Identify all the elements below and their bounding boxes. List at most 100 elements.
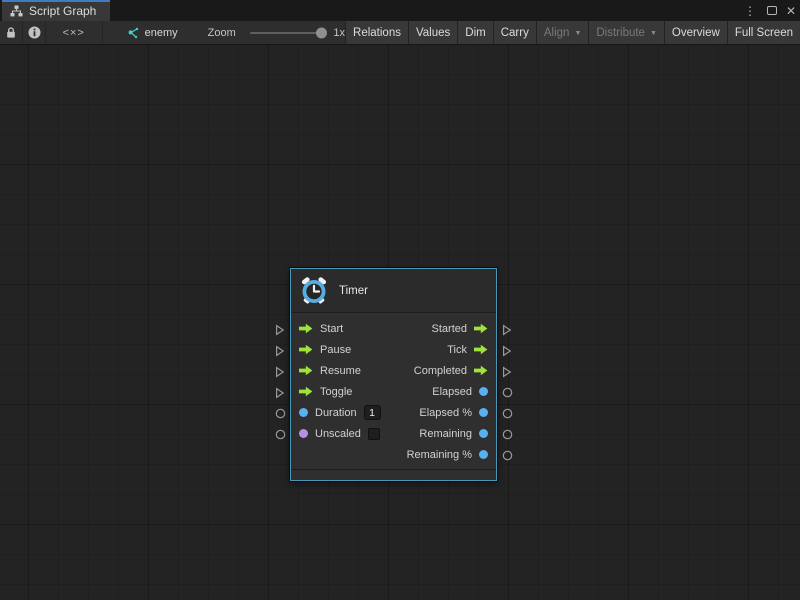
node-footer (291, 469, 496, 480)
tab-script-graph[interactable]: Script Graph (2, 0, 110, 21)
lock-icon (5, 26, 17, 39)
toolbar-button-carry[interactable]: Carry (493, 21, 536, 44)
toolbar-button-label: Values (416, 27, 450, 39)
tab-bar: Script Graph ⋮ ✕ (0, 0, 800, 21)
toolbar-button-label: Carry (501, 27, 529, 39)
output-elapsed[interactable]: Elapsed % (419, 407, 488, 419)
toolbar-button-label: Align (544, 27, 570, 39)
output-label: Started (432, 323, 467, 335)
duration-value-field[interactable] (364, 405, 381, 420)
external-input-port-resume[interactable] (274, 361, 286, 382)
value-port-circle-icon (502, 450, 513, 461)
external-input-port-toggle[interactable] (274, 382, 286, 403)
value-port-circle-icon (502, 387, 513, 398)
input-unscaled[interactable]: Unscaled (299, 428, 380, 440)
flow-arrow-icon (299, 365, 313, 376)
toolbar-button-overview[interactable]: Overview (664, 21, 727, 44)
node-port-rows: Start Started Pause Tick Resume Completed T… (291, 313, 496, 469)
zoom-slider-knob[interactable] (316, 27, 327, 38)
unscaled-checkbox[interactable] (368, 428, 380, 440)
toolbar-button-align: Align ▼ (536, 21, 589, 44)
output-completed[interactable]: Completed (414, 365, 488, 377)
graph-name-label: enemy (145, 27, 178, 39)
input-label: Toggle (320, 386, 352, 398)
node-title: Timer (339, 285, 368, 297)
external-input-port-duration[interactable] (274, 403, 286, 424)
timer-node[interactable]: Timer Start Started Pause Tick Resume Compl… (290, 268, 497, 481)
output-remaining[interactable]: Remaining (419, 428, 488, 440)
external-output-port-tick[interactable] (501, 340, 513, 361)
flow-port-triangle-icon (502, 366, 512, 378)
input-label: Pause (320, 344, 351, 356)
zoom-value: 1x (333, 27, 345, 39)
input-ports-column (274, 319, 286, 445)
toolbar-button-dim[interactable]: Dim (457, 21, 492, 44)
graph-toolbar: <×> enemy Zoom 1x RelationsValuesDimCarr… (0, 21, 800, 45)
flow-port-triangle-icon (502, 345, 512, 357)
value-dot-icon (479, 429, 488, 438)
toolbar-button-group: RelationsValuesDimCarryAlign▼Distribute▼… (345, 21, 800, 44)
node-row: Remaining % (291, 444, 496, 465)
flow-arrow-icon (474, 323, 488, 334)
lock-button[interactable] (0, 21, 22, 44)
node-header[interactable]: Timer (291, 269, 496, 313)
output-elapsed[interactable]: Elapsed (432, 386, 488, 398)
external-output-port-elapsed[interactable] (501, 403, 513, 424)
output-remaining[interactable]: Remaining % (407, 449, 488, 461)
output-label: Elapsed % (419, 407, 472, 419)
node-row: Resume Completed (291, 360, 496, 381)
input-resume[interactable]: Resume (299, 365, 361, 377)
external-input-port-unscaled[interactable] (274, 424, 286, 445)
alarm-clock-icon (299, 276, 329, 306)
flow-port-triangle-icon (275, 387, 285, 399)
value-dot-icon (479, 387, 488, 396)
menu-kebab-icon[interactable]: ⋮ (742, 5, 758, 17)
zoom-slider[interactable] (250, 32, 326, 34)
script-graph-window: Script Graph ⋮ ✕ <×> (0, 0, 800, 600)
flow-arrow-icon (474, 365, 488, 376)
input-toggle[interactable]: Toggle (299, 386, 352, 398)
external-output-port-completed[interactable] (501, 361, 513, 382)
timer-node-body[interactable]: Timer Start Started Pause Tick Resume Compl… (290, 268, 497, 481)
window-controls: ⋮ ✕ (742, 0, 796, 21)
external-output-port-elapsed[interactable] (501, 382, 513, 403)
flow-arrow-icon (299, 323, 313, 334)
toolbar-button-full-screen[interactable]: Full Screen (727, 21, 800, 44)
flow-port-triangle-icon (275, 366, 285, 378)
chevron-down-icon: ▼ (650, 30, 657, 37)
output-tick[interactable]: Tick (447, 344, 488, 356)
toolbar-button-relations[interactable]: Relations (345, 21, 408, 44)
info-icon (28, 26, 41, 39)
input-start[interactable]: Start (299, 323, 343, 335)
external-output-port-remaining[interactable] (501, 445, 513, 466)
maximize-icon[interactable] (767, 6, 777, 15)
flow-port-triangle-icon (275, 345, 285, 357)
value-dot-icon (479, 408, 488, 417)
input-label: Resume (320, 365, 361, 377)
graph-pointer-icon (127, 27, 139, 39)
chevron-down-icon: ▼ (574, 30, 581, 37)
value-port-circle-icon (502, 429, 513, 440)
input-duration[interactable]: Duration (299, 405, 381, 420)
toolbar-button-values[interactable]: Values (408, 21, 457, 44)
external-output-port-remaining[interactable] (501, 424, 513, 445)
info-button[interactable] (23, 21, 44, 44)
graph-breadcrumb[interactable]: enemy (127, 27, 178, 39)
toolbar-separator (102, 21, 103, 44)
value-port-circle-icon (275, 429, 286, 440)
output-started[interactable]: Started (432, 323, 488, 335)
close-icon[interactable]: ✕ (786, 5, 796, 17)
external-output-port-started[interactable] (501, 319, 513, 340)
value-port-circle-icon (275, 408, 286, 419)
external-input-port-start[interactable] (274, 319, 286, 340)
input-pause[interactable]: Pause (299, 344, 351, 356)
graph-hierarchy-icon (10, 5, 23, 17)
edit-graph-button[interactable]: <×> (46, 21, 102, 44)
output-label: Remaining % (407, 449, 472, 461)
external-input-port-pause[interactable] (274, 340, 286, 361)
toolbar-button-label: Full Screen (735, 27, 793, 39)
output-ports-column (501, 319, 513, 466)
active-tab-accent (2, 0, 110, 2)
graph-canvas[interactable]: Timer Start Started Pause Tick Resume Compl… (0, 45, 800, 600)
output-label: Completed (414, 365, 467, 377)
